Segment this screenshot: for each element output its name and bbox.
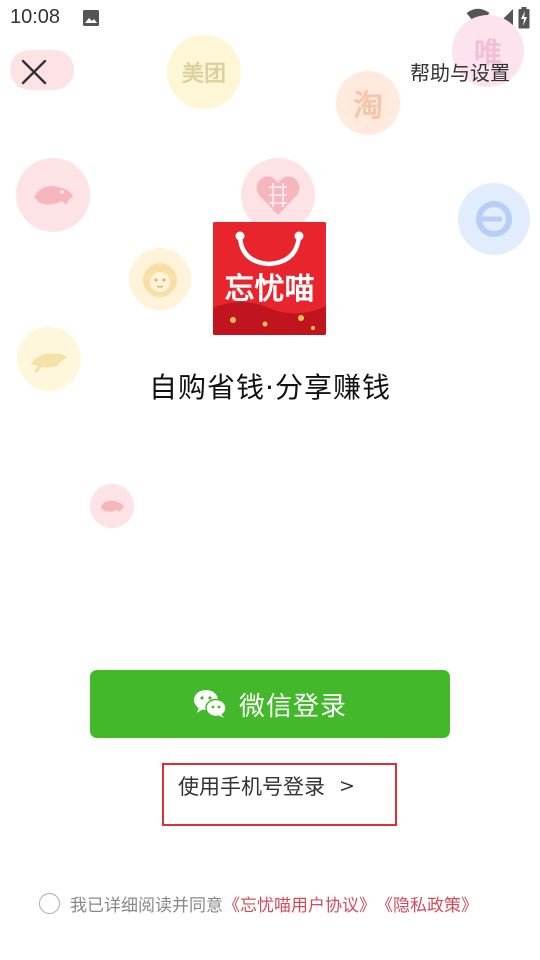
user-agreement-link[interactable]: 《忘忧喵用户协议》: [223, 891, 376, 916]
agreement-prefix: 我已详细阅读并同意: [70, 895, 223, 916]
meituan-logo-bubble: 美团: [167, 35, 241, 109]
taobao-logo-text: 淘: [353, 89, 383, 124]
wechat-icon: [193, 690, 227, 718]
app-logo: 忘忧喵: [213, 222, 326, 335]
jd-small-bubble: [90, 484, 134, 528]
status-time: 10:08: [10, 6, 61, 28]
image-notification-icon: [83, 10, 99, 26]
phone-login-label: 使用手机号登录: [178, 775, 325, 799]
meituan-logo-text: 美团: [181, 62, 226, 87]
wechat-login-button[interactable]: 微信登录: [90, 670, 450, 738]
eleme-icon: [476, 201, 512, 237]
eleme-logo-bubble: [458, 183, 530, 255]
battery-icon: [518, 7, 530, 29]
close-button[interactable]: [14, 52, 54, 92]
chevron-right-icon: >: [339, 775, 355, 797]
pinduoduo-heart-icon: [256, 176, 300, 215]
privacy-policy-link[interactable]: 《隐私政策》: [376, 891, 478, 916]
jd-dog-small-icon: [100, 500, 124, 512]
agreement-checkbox[interactable]: [39, 892, 60, 914]
jd-dog-icon: [34, 186, 73, 205]
phone-login-button[interactable]: 使用手机号登录 >: [178, 771, 355, 801]
tmall-cat-bubble: [129, 248, 191, 310]
help-settings-link[interactable]: 帮助与设置: [410, 57, 510, 86]
taobao-logo-bubble: 淘: [336, 71, 400, 135]
cat-face-icon: [143, 263, 177, 297]
pinduoduo-logo-bubble: [241, 158, 315, 232]
close-icon: [21, 59, 47, 85]
app-slogan: 自购省钱·分享赚钱: [149, 371, 391, 404]
wechat-login-label: 微信登录: [238, 691, 347, 722]
app-logo-text: 忘忧喵: [224, 272, 315, 307]
jd-logo-bubble: [16, 158, 90, 232]
agreement-row: 我已详细阅读并同意 《忘忧喵用户协议》 《隐私政策》: [39, 890, 478, 916]
